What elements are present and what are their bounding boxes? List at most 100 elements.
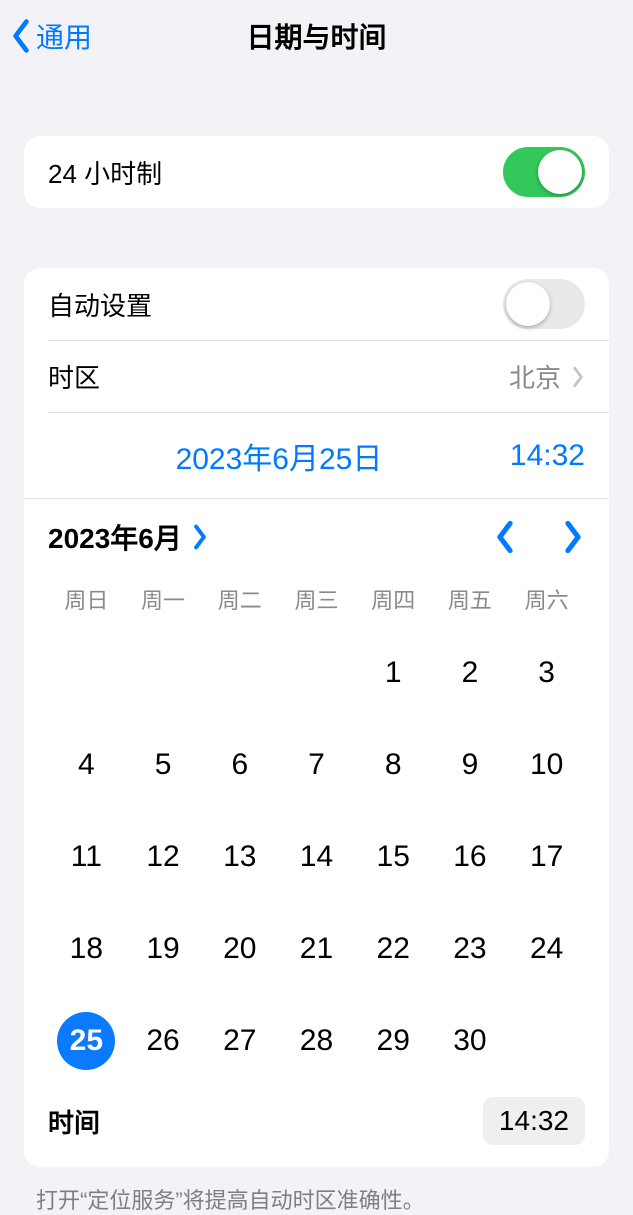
day-number: 27 bbox=[223, 1024, 256, 1058]
day-cell[interactable]: 4 bbox=[48, 735, 125, 795]
day-number: 28 bbox=[300, 1024, 333, 1058]
nav-bar: 通用 日期与时间 bbox=[0, 0, 633, 72]
day-cell[interactable]: 9 bbox=[432, 735, 509, 795]
day-cell[interactable]: 5 bbox=[125, 735, 202, 795]
day-number: 5 bbox=[155, 748, 172, 782]
time-value-button[interactable]: 14:32 bbox=[483, 1097, 585, 1145]
day-cell[interactable]: 20 bbox=[201, 919, 278, 979]
day-empty bbox=[201, 643, 278, 703]
day-number: 3 bbox=[538, 656, 555, 690]
row-auto: 自动设置 bbox=[24, 268, 609, 340]
day-cell[interactable]: 24 bbox=[508, 919, 585, 979]
chevron-right-icon bbox=[192, 524, 208, 550]
row-selected-datetime: 2023年6月25日 14:32 bbox=[48, 412, 609, 498]
day-number: 1 bbox=[385, 656, 402, 690]
back-button[interactable]: 通用 bbox=[10, 0, 92, 72]
day-number: 12 bbox=[146, 840, 179, 874]
chevron-left-icon bbox=[10, 18, 32, 54]
day-empty bbox=[125, 643, 202, 703]
day-cell[interactable]: 29 bbox=[355, 1011, 432, 1071]
chevron-right-icon bbox=[571, 366, 585, 388]
day-cell[interactable]: 3 bbox=[508, 643, 585, 703]
selected-time[interactable]: 14:32 bbox=[510, 439, 585, 473]
day-cell[interactable]: 16 bbox=[432, 827, 509, 887]
day-number: 6 bbox=[231, 748, 248, 782]
weekday-label: 周日 bbox=[48, 583, 125, 615]
weekday-label: 周五 bbox=[432, 583, 509, 615]
row-timezone-value: 北京 bbox=[509, 358, 561, 395]
day-number: 11 bbox=[71, 840, 102, 874]
back-label: 通用 bbox=[36, 16, 92, 56]
weekday-label: 周三 bbox=[278, 583, 355, 615]
toggle-knob bbox=[506, 282, 550, 326]
month-picker-button[interactable]: 2023年6月 bbox=[48, 517, 208, 557]
day-number: 19 bbox=[146, 932, 179, 966]
day-number: 17 bbox=[530, 840, 563, 874]
weekday-label: 周四 bbox=[355, 583, 432, 615]
next-month-button[interactable] bbox=[561, 520, 585, 554]
day-cell[interactable]: 11 bbox=[48, 827, 125, 887]
selected-date[interactable]: 2023年6月25日 bbox=[48, 434, 510, 478]
chevron-left-icon bbox=[493, 520, 517, 554]
day-cell[interactable]: 1 bbox=[355, 643, 432, 703]
chevron-right-icon bbox=[561, 520, 585, 554]
weekday-label: 周二 bbox=[201, 583, 278, 615]
day-cell[interactable]: 18 bbox=[48, 919, 125, 979]
day-cell[interactable]: 10 bbox=[508, 735, 585, 795]
day-number: 2 bbox=[462, 656, 479, 690]
day-number: 7 bbox=[308, 748, 325, 782]
day-number: 8 bbox=[385, 748, 402, 782]
day-cell[interactable]: 30 bbox=[432, 1011, 509, 1071]
calendar: 2023年6月 周日周一周二周三周四周五周六 12345678910111213… bbox=[24, 499, 609, 1167]
footer-note: 打开“定位服务”将提高自动时区准确性。 bbox=[36, 1183, 597, 1215]
prev-month-button[interactable] bbox=[493, 520, 517, 554]
day-cell[interactable]: 17 bbox=[508, 827, 585, 887]
day-number: 23 bbox=[453, 932, 486, 966]
weekday-row: 周日周一周二周三周四周五周六 bbox=[48, 583, 585, 615]
day-number: 29 bbox=[377, 1024, 410, 1058]
day-number: 18 bbox=[70, 932, 103, 966]
toggle-auto[interactable] bbox=[503, 279, 585, 329]
day-number: 26 bbox=[146, 1024, 179, 1058]
day-empty bbox=[278, 643, 355, 703]
day-number: 9 bbox=[462, 748, 479, 782]
weekday-label: 周一 bbox=[125, 583, 202, 615]
row-auto-label: 自动设置 bbox=[48, 286, 152, 323]
day-cell[interactable]: 14 bbox=[278, 827, 355, 887]
day-number: 25 bbox=[57, 1012, 115, 1070]
page-title: 日期与时间 bbox=[246, 16, 386, 56]
day-number: 20 bbox=[223, 932, 256, 966]
day-cell[interactable]: 7 bbox=[278, 735, 355, 795]
day-cell[interactable]: 21 bbox=[278, 919, 355, 979]
toggle-24h[interactable] bbox=[503, 147, 585, 197]
day-number: 24 bbox=[530, 932, 563, 966]
day-cell[interactable]: 28 bbox=[278, 1011, 355, 1071]
day-cell[interactable]: 15 bbox=[355, 827, 432, 887]
day-number: 16 bbox=[453, 840, 486, 874]
day-cell[interactable]: 27 bbox=[201, 1011, 278, 1071]
day-empty bbox=[48, 643, 125, 703]
day-cell[interactable]: 25 bbox=[48, 1011, 125, 1071]
day-number: 22 bbox=[377, 932, 410, 966]
day-grid: 1234567891011121314151617181920212223242… bbox=[48, 643, 585, 1071]
day-cell[interactable]: 26 bbox=[125, 1011, 202, 1071]
day-cell[interactable]: 23 bbox=[432, 919, 509, 979]
day-cell[interactable]: 2 bbox=[432, 643, 509, 703]
day-number: 30 bbox=[453, 1024, 486, 1058]
month-nav bbox=[493, 520, 585, 554]
weekday-label: 周六 bbox=[508, 583, 585, 615]
day-number: 21 bbox=[300, 932, 333, 966]
day-cell[interactable]: 22 bbox=[355, 919, 432, 979]
day-number: 4 bbox=[78, 748, 95, 782]
day-cell[interactable]: 13 bbox=[201, 827, 278, 887]
row-timezone-label: 时区 bbox=[48, 358, 100, 395]
time-label: 时间 bbox=[48, 1103, 100, 1140]
day-number: 14 bbox=[300, 840, 333, 874]
day-cell[interactable]: 19 bbox=[125, 919, 202, 979]
day-cell[interactable]: 12 bbox=[125, 827, 202, 887]
row-timezone[interactable]: 时区 北京 bbox=[48, 340, 609, 412]
group-datetime: 自动设置 时区 北京 2023年6月25日 14:32 2023年6月 bbox=[24, 268, 609, 1167]
day-cell[interactable]: 6 bbox=[201, 735, 278, 795]
day-cell[interactable]: 8 bbox=[355, 735, 432, 795]
time-row: 时间 14:32 bbox=[48, 1097, 585, 1145]
